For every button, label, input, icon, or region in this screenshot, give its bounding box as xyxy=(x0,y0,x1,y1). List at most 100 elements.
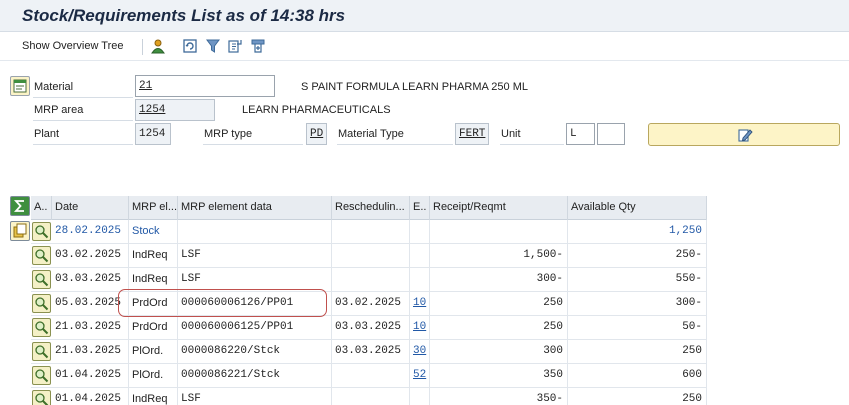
grid-header: A.. Date MRP el... MRP element data Resc… xyxy=(31,196,707,220)
mrp-element-data-cell: 000060006125/PP01 xyxy=(178,316,332,340)
rescheduling-date-cell: 03.02.2025 xyxy=(332,292,410,316)
column-header-receipt-reqmt[interactable]: Receipt/Reqmt xyxy=(430,196,568,220)
date-cell: 03.02.2025 xyxy=(52,244,129,268)
exception-link xyxy=(410,244,430,268)
totals-button[interactable] xyxy=(10,196,30,216)
available-qty-cell: 300- xyxy=(568,292,707,316)
exception-link xyxy=(410,220,430,244)
magnifier-icon xyxy=(35,369,49,383)
date-cell: 05.03.2025 xyxy=(52,292,129,316)
column-header-rescheduling[interactable]: Reschedulin... xyxy=(332,196,410,220)
exception-link[interactable]: 10 xyxy=(410,316,430,340)
magnifier-icon xyxy=(35,249,49,263)
mrp-area-field[interactable]: 1254 xyxy=(135,99,215,121)
mrp-element-data-cell: 000060006126/PP01 xyxy=(178,292,332,316)
header-details-button[interactable] xyxy=(10,76,30,96)
toolbar-separator xyxy=(142,39,143,55)
date-cell: 03.03.2025 xyxy=(52,268,129,292)
plant-label: Plant xyxy=(34,128,60,140)
page-title: Stock/Requirements List as of 14:38 hrs xyxy=(22,6,346,25)
label-underline xyxy=(203,144,303,145)
application-toolbar: Show Overview Tree xyxy=(0,33,849,61)
table-row[interactable]: 21.03.2025 PlOrd. 0000086220/Stck 03.03.202… xyxy=(31,340,707,364)
unit-extra-field[interactable] xyxy=(597,123,625,145)
mrp-type-field[interactable]: PD xyxy=(306,123,327,145)
material-type-label: Material Type xyxy=(338,128,404,140)
column-header-mrp-element-data[interactable]: MRP element data xyxy=(178,196,332,220)
available-qty-cell: 250 xyxy=(568,388,707,405)
element-details-button[interactable] xyxy=(32,390,51,405)
mrp-element-data-cell: LSF xyxy=(178,244,332,268)
element-details-button[interactable] xyxy=(32,366,51,385)
filter-icon[interactable] xyxy=(205,38,221,54)
receipt-reqmt-cell: 300- xyxy=(430,268,568,292)
exception-link[interactable]: 10 xyxy=(410,292,430,316)
receipt-reqmt-cell: 1,500- xyxy=(430,244,568,268)
plant-field[interactable]: 1254 xyxy=(135,123,171,145)
label-underline xyxy=(500,144,564,145)
table-row[interactable]: 05.03.2025 PrdOrd 000060006126/PP01 03.02.2… xyxy=(31,292,707,316)
unit-label: Unit xyxy=(501,128,521,140)
rescheduling-date-cell: 03.03.2025 xyxy=(332,316,410,340)
material-field[interactable]: 21 xyxy=(135,75,275,97)
table-row[interactable]: 03.02.2025 IndReq LSF 1,500- 250- xyxy=(31,244,707,268)
magnifier-icon xyxy=(35,225,49,239)
column-header-a[interactable]: A.. xyxy=(31,196,52,220)
rescheduling-date-cell xyxy=(332,268,410,292)
show-overview-tree-button[interactable]: Show Overview Tree xyxy=(22,40,123,52)
table-row[interactable]: 03.03.2025 IndReq LSF 300- 550- xyxy=(31,268,707,292)
column-header-available-qty[interactable]: Available Qty xyxy=(568,196,707,220)
copy-button[interactable] xyxy=(10,221,30,241)
unit-field[interactable]: L xyxy=(566,123,595,145)
material-type-field[interactable]: FERT xyxy=(455,123,489,145)
material-label: Material xyxy=(34,81,74,93)
edit-button[interactable] xyxy=(648,123,840,146)
available-qty-cell: 550- xyxy=(568,268,707,292)
receipt-reqmt-cell: 350 xyxy=(430,364,568,388)
material-description: S PAINT FORMULA LEARN PHARMA 250 ML xyxy=(301,81,528,93)
column-header-mrp-element[interactable]: MRP el... xyxy=(129,196,178,220)
element-details-button[interactable] xyxy=(32,342,51,361)
mrp-type-label: MRP type xyxy=(204,128,253,140)
rescheduling-date-cell: 03.03.2025 xyxy=(332,340,410,364)
rescheduling-date-cell xyxy=(332,244,410,268)
layout-icon[interactable] xyxy=(250,38,266,54)
available-qty-cell: 250- xyxy=(568,244,707,268)
mrp-element-data-cell: LSF xyxy=(178,388,332,405)
mrp-element-cell: PrdOrd xyxy=(129,316,178,340)
receipt-reqmt-cell xyxy=(430,220,568,244)
label-underline xyxy=(33,144,133,145)
user-settings-icon[interactable] xyxy=(150,38,166,54)
mrp-element-cell: Stock xyxy=(129,220,178,244)
element-details-button[interactable] xyxy=(32,318,51,337)
export-icon[interactable] xyxy=(227,38,243,54)
element-details-button[interactable] xyxy=(32,246,51,265)
rescheduling-date-cell xyxy=(332,220,410,244)
column-header-exception[interactable]: E.. xyxy=(410,196,430,220)
available-qty-cell: 1,250 xyxy=(568,220,707,244)
exception-link[interactable]: 52 xyxy=(410,364,430,388)
column-header-date[interactable]: Date xyxy=(52,196,129,220)
table-row[interactable]: 01.04.2025 IndReq LSF 350- 250 xyxy=(31,388,707,405)
element-details-button[interactable] xyxy=(32,294,51,313)
mrp-element-data-cell xyxy=(178,220,332,244)
element-details-button[interactable] xyxy=(32,270,51,289)
exception-link[interactable]: 30 xyxy=(410,340,430,364)
magnifier-icon xyxy=(35,393,49,405)
magnifier-icon xyxy=(35,273,49,287)
label-underline xyxy=(33,120,133,121)
table-row[interactable]: 01.04.2025 PlOrd. 0000086221/Stck 52 350 600 xyxy=(31,364,707,388)
receipt-reqmt-cell: 250 xyxy=(430,292,568,316)
available-qty-cell: 600 xyxy=(568,364,707,388)
magnifier-icon xyxy=(35,345,49,359)
magnifier-icon xyxy=(35,321,49,335)
date-cell: 21.03.2025 xyxy=(52,340,129,364)
label-underline xyxy=(33,97,133,98)
mrp-element-data-cell: 0000086220/Stck xyxy=(178,340,332,364)
receipt-reqmt-cell: 350- xyxy=(430,388,568,405)
table-row[interactable]: 21.03.2025 PrdOrd 000060006125/PP01 03.03.2… xyxy=(31,316,707,340)
refresh-icon[interactable] xyxy=(182,38,198,54)
element-details-button[interactable] xyxy=(32,222,51,241)
mrp-element-data-cell: LSF xyxy=(178,268,332,292)
table-row[interactable]: 28.02.2025 Stock 1,250 xyxy=(31,220,707,244)
